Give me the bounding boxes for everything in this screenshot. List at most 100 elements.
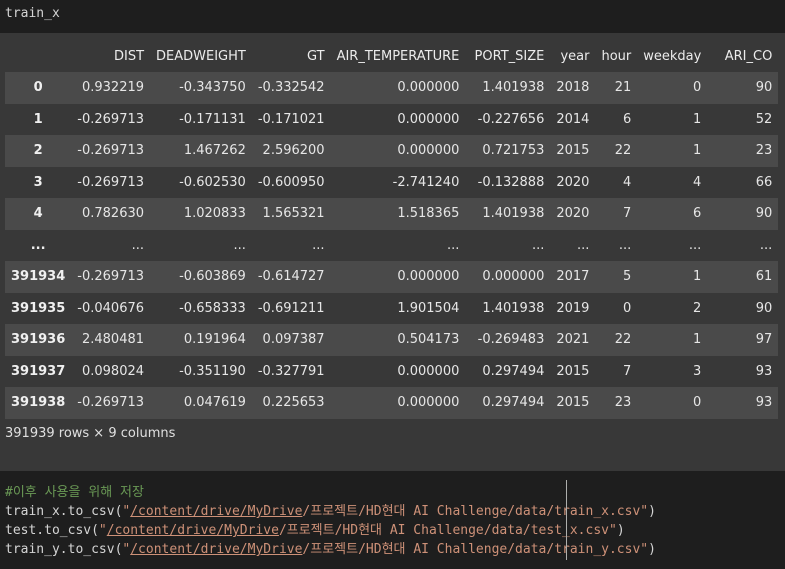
table-row: 4 0.782630 1.020833 1.565321 1.518365 1.40193… <box>5 198 779 230</box>
cell-header: train_x <box>0 0 785 33</box>
table-cell: -2.741240 <box>392 174 460 190</box>
table-cell: 0.297494 <box>482 395 545 411</box>
text-cursor <box>566 480 567 560</box>
table-row: 391934 -0.269713 -0.603869 -0.614727 0.00000… <box>5 261 779 293</box>
table-cell: 2018 <box>556 80 590 96</box>
table-cell: -0.614727 <box>257 269 325 285</box>
table-cell: 90 <box>755 206 773 222</box>
table-cell: 23 <box>614 395 632 411</box>
table-row: 391937 0.098024 -0.351190 -0.327791 0.000000… <box>5 355 779 387</box>
table-cell: 0.000000 <box>397 143 460 159</box>
table-cell: ... <box>618 237 632 253</box>
code-string: /프로젝트/HD현대 AI Challenge/data/train_x.csv… <box>302 504 649 519</box>
code-editor[interactable]: #이후 사용을 위해 저장 train_x.to_csv("/content/d… <box>0 471 785 569</box>
table-cell: 0 <box>622 300 632 316</box>
row-index: 391934 <box>11 269 66 285</box>
table-cell: 22 <box>614 143 632 159</box>
table-cell: 0.191964 <box>183 332 246 348</box>
table-cell: 1 <box>693 332 702 348</box>
table-cell: 2.596200 <box>262 143 325 159</box>
table-cell: ... <box>531 237 545 253</box>
code-text: ) <box>648 542 656 557</box>
table-row: 2 -0.269713 1.467262 2.596200 0.000000 0.7217… <box>5 135 779 167</box>
column-header: PORT_SIZE <box>474 49 545 64</box>
table-cell: 2019 <box>556 300 590 316</box>
row-index: 391936 <box>11 332 66 348</box>
table-cell: 90 <box>755 80 773 96</box>
table-cell: 22 <box>614 332 632 348</box>
table-cell: 0 <box>693 80 702 96</box>
column-header: DEADWEIGHT <box>156 49 246 64</box>
row-index: 4 <box>33 206 43 222</box>
table-cell: -0.343750 <box>179 80 246 96</box>
table-cell: ... <box>688 237 702 253</box>
code-line: train_x.to_csv("/content/drive/MyDrive/프… <box>5 500 656 519</box>
table-cell: 0.000000 <box>397 363 460 379</box>
row-index: ... <box>30 237 46 253</box>
column-header: GT <box>307 49 325 64</box>
table-row: 391938 -0.269713 0.047619 0.225653 0.000000 0… <box>5 387 779 419</box>
table-cell: 5 <box>622 269 632 285</box>
row-index: 391937 <box>11 363 66 379</box>
table-cell: 7 <box>622 363 632 379</box>
cell-output: DIST DEADWEIGHT GT AIR_TEMPERATURE PORT_… <box>0 33 785 471</box>
table-cell: 6 <box>622 111 632 127</box>
table-cell: 2021 <box>556 332 590 348</box>
table-cell: 4 <box>622 174 632 190</box>
row-index: 1 <box>33 111 43 127</box>
column-header: hour <box>601 49 632 64</box>
table-cell: 0.000000 <box>397 269 460 285</box>
table-cell: 2020 <box>556 206 590 222</box>
table-row: 3 -0.269713 -0.602530 -0.600950 -2.741240 -0.… <box>5 166 779 198</box>
column-header: year <box>560 49 590 64</box>
table-cell: -0.269713 <box>77 395 145 411</box>
table-cell: 2017 <box>556 269 590 285</box>
code-text: ) <box>616 523 625 538</box>
table-cell: 2015 <box>556 363 590 379</box>
table-cell: 23 <box>755 143 773 159</box>
table-header-row: DIST DEADWEIGHT GT AIR_TEMPERATURE PORT_… <box>5 41 778 72</box>
table-cell: 61 <box>755 269 773 285</box>
table-cell: 2015 <box>556 143 590 159</box>
code-path-link[interactable]: /content/drive/MyDrive <box>130 504 302 519</box>
table-cell: 1 <box>693 269 702 285</box>
table-cell: 2015 <box>556 395 590 411</box>
code-text: ) <box>648 504 656 519</box>
table-cell: 7 <box>622 206 632 222</box>
table-cell: ... <box>131 237 145 253</box>
table-cell: -0.332542 <box>257 80 325 96</box>
table-cell: 90 <box>755 300 773 316</box>
code-comment: #이후 사용을 위해 저장 <box>5 485 144 500</box>
code-path-link[interactable]: /content/drive/MyDrive <box>107 523 279 538</box>
code-line: test.to_csv("/content/drive/MyDrive/프로젝트… <box>5 519 625 538</box>
table-cell: 0.721753 <box>482 143 545 159</box>
table-cell: 0.097387 <box>262 332 325 348</box>
table-cell: -0.269713 <box>77 111 145 127</box>
table-cell: -0.269483 <box>477 332 545 348</box>
table-cell: -0.603869 <box>179 269 246 285</box>
table-cell: 1.401938 <box>482 206 545 222</box>
code-text: test.to_csv( <box>5 523 99 538</box>
table-row: 0 0.932219 -0.343750 -0.332542 0.000000 1.401… <box>5 72 779 104</box>
table-cell: 66 <box>755 174 773 190</box>
table-cell: 4 <box>693 174 702 190</box>
table-cell: -0.171131 <box>179 111 246 127</box>
table-row: .............................. <box>5 229 779 261</box>
table-cell: 2020 <box>556 174 590 190</box>
code-path-link[interactable]: /content/drive/MyDrive <box>130 542 302 557</box>
table-cell: -0.227656 <box>477 111 545 127</box>
column-header: ARI_CO <box>724 49 773 64</box>
table-cell: 1.020833 <box>183 206 246 222</box>
table-cell: ... <box>233 237 246 253</box>
column-header: weekday <box>643 49 702 64</box>
dataframe-shape: 391939 rows × 9 columns <box>5 426 176 441</box>
code-string: /프로젝트/HD현대 AI Challenge/data/train_y.csv… <box>302 542 649 557</box>
table-cell: 1 <box>693 111 702 127</box>
table-cell: -0.269713 <box>77 269 145 285</box>
table-cell: 3 <box>693 363 702 379</box>
table-cell: 0.098024 <box>81 363 145 379</box>
table-cell: -0.658333 <box>179 300 246 316</box>
table-cell: 1.901504 <box>397 300 460 316</box>
dataframe-table: DIST DEADWEIGHT GT AIR_TEMPERATURE PORT_… <box>5 41 779 419</box>
table-cell: -0.132888 <box>477 174 545 190</box>
